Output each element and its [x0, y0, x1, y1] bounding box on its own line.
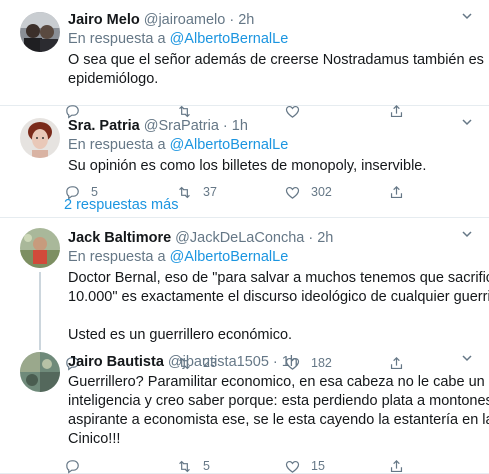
- tweet-header: Jack Baltimore @JackDeLaConcha · 2h: [68, 228, 475, 248]
- tweet-actions: 5 15: [66, 456, 475, 474]
- reply-icon: [66, 185, 79, 200]
- author-handle[interactable]: @jbautista1505: [168, 352, 269, 372]
- reply-button[interactable]: [64, 456, 91, 474]
- tweet-text: Su opinión es como los billetes de monop…: [68, 157, 475, 176]
- tweet[interactable]: Sra. Patria @SraPatria · 1h En respuesta…: [0, 106, 489, 200]
- tweet-text-line: Usted es un guerrillero económico.: [68, 327, 293, 343]
- author-name[interactable]: Jack Baltimore: [68, 228, 171, 248]
- tweet-header: Sra. Patria @SraPatria · 1h: [68, 116, 475, 136]
- timestamp[interactable]: 1h: [232, 116, 248, 136]
- share-button[interactable]: [388, 182, 405, 202]
- separator-dot: ·: [272, 354, 278, 370]
- retweet-icon: [179, 186, 190, 198]
- author-name[interactable]: Jairo Melo: [68, 10, 140, 30]
- share-icon: [390, 185, 403, 198]
- like-button[interactable]: 302: [284, 182, 332, 202]
- tweet-text-line: Guerrillero? Paramilitar economico, en e…: [68, 374, 489, 390]
- separator-dot: ·: [229, 12, 235, 28]
- reply-mention-link[interactable]: @AlbertoBernalLe: [170, 31, 289, 47]
- tweet-text-line: aspirante a economista ese, se le esta c…: [68, 412, 489, 428]
- avatar[interactable]: [20, 352, 60, 392]
- avatar[interactable]: [20, 12, 60, 52]
- tweet[interactable]: Jack Baltimore @JackDeLaConcha · 2h En r…: [0, 218, 489, 371]
- retweet-button[interactable]: 5: [176, 456, 210, 474]
- thread-line: [39, 346, 41, 350]
- like-count: 302: [311, 185, 332, 199]
- tweet-text-line: 10.000" es exactamente el discurso ideol…: [68, 289, 489, 305]
- tweet[interactable]: Jairo Melo @jairoamelo · 2h En respuesta…: [0, 0, 489, 119]
- reply-button[interactable]: 5: [64, 182, 98, 202]
- tweet-text-line: Doctor Bernal, eso de "para salvar a muc…: [68, 270, 489, 286]
- tweet-header: Jairo Bautista @jbautista1505 · 1h: [68, 352, 475, 372]
- reply-prefix: En respuesta a: [68, 249, 166, 265]
- chevron-down-icon[interactable]: [461, 10, 473, 22]
- tweet-text-line: [68, 307, 475, 326]
- tweet-text-line: Su opinión es como los billetes de monop…: [68, 158, 427, 174]
- share-icon: [390, 459, 403, 472]
- timestamp[interactable]: 1h: [282, 352, 298, 372]
- author-name[interactable]: Jairo Bautista: [68, 352, 164, 372]
- chevron-down-icon[interactable]: [461, 228, 473, 240]
- tweet-header: Jairo Melo @jairoamelo · 2h: [68, 10, 475, 30]
- reply-count: 5: [91, 185, 98, 199]
- timestamp[interactable]: 2h: [238, 10, 254, 30]
- reply-prefix: En respuesta a: [68, 137, 166, 153]
- reply-mention-link[interactable]: @AlbertoBernalLe: [170, 249, 289, 265]
- reply-context: En respuesta a @AlbertoBernalLe: [68, 30, 475, 49]
- reply-mention-link[interactable]: @AlbertoBernalLe: [170, 137, 289, 153]
- reply-context: En respuesta a @AlbertoBernalLe: [68, 136, 475, 155]
- tweet-text: Doctor Bernal, eso de "para salvar a muc…: [68, 269, 489, 345]
- tweet-text: Guerrillero? Paramilitar economico, en e…: [68, 373, 489, 449]
- tweet-text-line: epidemiólogo.: [68, 71, 159, 87]
- retweet-count: 5: [203, 459, 210, 473]
- retweet-count: 37: [203, 185, 217, 199]
- separator-dot: ·: [222, 118, 228, 134]
- chevron-down-icon[interactable]: [461, 352, 473, 364]
- like-icon: [285, 186, 300, 199]
- retweet-icon: [179, 460, 190, 472]
- reply-context: En respuesta a @AlbertoBernalLe: [68, 248, 475, 267]
- reply-icon: [66, 459, 79, 474]
- author-name[interactable]: Sra. Patria: [68, 116, 140, 136]
- separator-dot: ·: [308, 230, 314, 246]
- retweet-button[interactable]: 37: [176, 182, 217, 202]
- tweet-text-line: O sea que el señor además de creerse Nos…: [68, 52, 484, 68]
- author-handle[interactable]: @jairoamelo: [144, 10, 226, 30]
- avatar[interactable]: [20, 118, 60, 158]
- tweet-actions: 5 37 302: [66, 182, 475, 202]
- like-count: 15: [311, 459, 325, 473]
- author-handle[interactable]: @SraPatria: [144, 116, 219, 136]
- avatar[interactable]: [20, 228, 60, 268]
- author-handle[interactable]: @JackDeLaConcha: [175, 228, 304, 248]
- tweet-text-line: Cinico!!!: [68, 431, 121, 447]
- like-icon: [285, 460, 300, 473]
- tweet-text: O sea que el señor además de creerse Nos…: [68, 51, 484, 89]
- share-button[interactable]: [388, 456, 405, 474]
- like-button[interactable]: 15: [284, 456, 325, 474]
- chevron-down-icon[interactable]: [461, 116, 473, 128]
- tweet[interactable]: Jairo Bautista @jbautista1505 · 1h Guerr…: [0, 346, 489, 474]
- tweet-text-line: inteligencia y creo saber porque: esta p…: [68, 393, 489, 409]
- replies-feed: Jairo Melo @jairoamelo · 2h En respuesta…: [0, 0, 489, 474]
- reply-prefix: En respuesta a: [68, 31, 166, 47]
- thread-line: [39, 272, 41, 346]
- timestamp[interactable]: 2h: [317, 228, 333, 248]
